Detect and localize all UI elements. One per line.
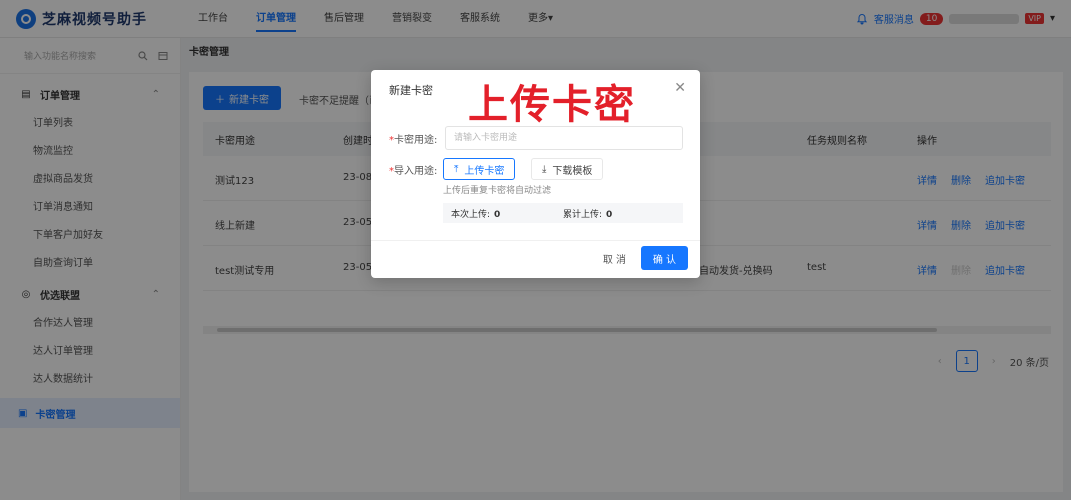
close-icon[interactable]: ✕ — [674, 80, 686, 96]
total-upload-label: 累计上传: — [563, 209, 603, 220]
cancel-button[interactable]: 取 消 — [592, 246, 636, 270]
confirm-button[interactable]: 确 认 — [640, 246, 688, 270]
purpose-label-text: 卡密用途: — [394, 135, 438, 146]
this-upload-label: 本次上传: — [451, 209, 491, 220]
import-label: *导入用途: — [389, 166, 438, 177]
upload-card-button-label: 上传卡密 — [464, 165, 505, 177]
download-template-button[interactable]: ⤓ 下载模板 — [531, 158, 604, 180]
purpose-label: *卡密用途: — [389, 135, 438, 146]
download-template-button-label: 下载模板 — [552, 165, 593, 177]
purpose-input[interactable]: 请输入卡密用途 — [445, 126, 683, 150]
duplicate-filter-note: 上传后重复卡密将自动过滤 — [443, 186, 552, 196]
download-icon: ⤓ — [542, 163, 547, 175]
annotation-text: 上传卡密 — [468, 82, 636, 128]
this-upload-stat: 本次上传: 0 — [451, 207, 500, 220]
upload-card-button[interactable]: ⤒ 上传卡密 — [443, 158, 516, 180]
dialog-footer-divider — [371, 240, 700, 241]
this-upload-value: 0 — [494, 209, 501, 220]
dialog-title: 新建卡密 — [389, 84, 433, 97]
import-label-text: 导入用途: — [394, 166, 438, 177]
new-card-dialog: 新建卡密 上传卡密 ✕ *卡密用途: 请输入卡密用途 *导入用途: ⤒ 上传卡密… — [371, 70, 700, 278]
upload-icon: ⤒ — [454, 163, 459, 175]
total-upload-value: 0 — [606, 209, 613, 220]
upload-stats: 本次上传: 0 累计上传: 0 — [443, 203, 683, 223]
total-upload-stat: 累计上传: 0 — [563, 207, 612, 220]
